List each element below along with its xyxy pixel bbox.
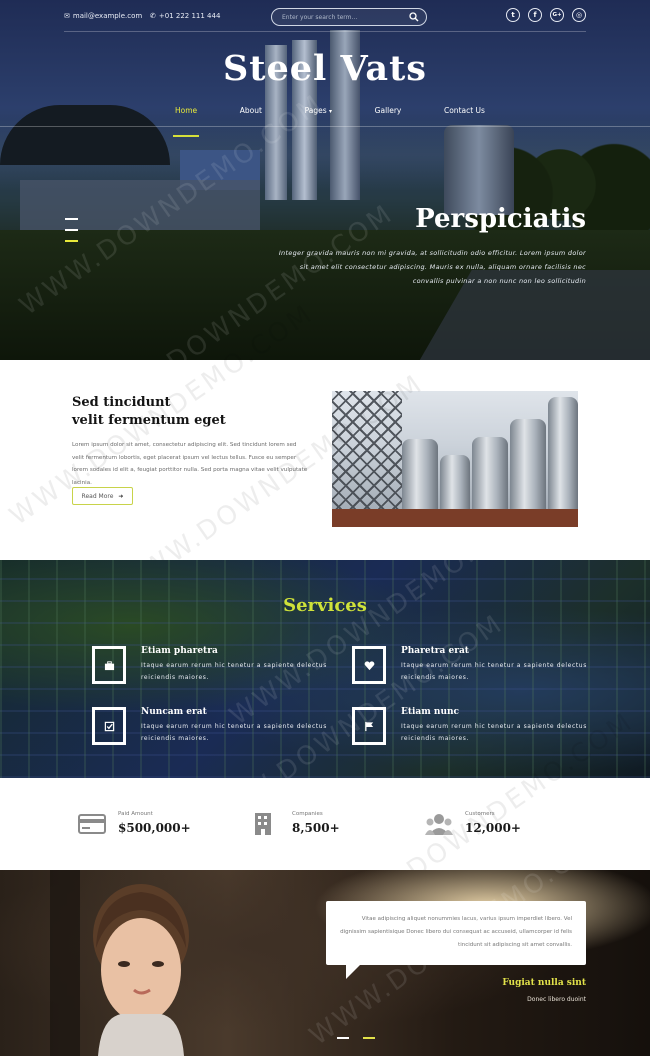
testimonial-section: Vitae adipiscing aliquet nonummies lacus… — [0, 870, 650, 1056]
slide-dot[interactable] — [65, 218, 78, 220]
service-icon-box — [352, 646, 386, 684]
mail-icon: ✉ — [64, 12, 70, 20]
main-nav: Home About Pages ▾ Gallery Contact Us — [172, 103, 485, 137]
nav-item-pages-label: Pages — [304, 106, 327, 115]
page: ✉mail@example.com ✆+01 222 111 444 t f G… — [0, 0, 650, 1056]
nav-item-contact[interactable]: Contact Us — [444, 103, 485, 127]
phone-contact[interactable]: ✆ +01 222 111 444 — [150, 12, 220, 20]
about-title: Sed tincidunt velit fermentum eget — [72, 394, 226, 430]
about-image-floor — [332, 509, 578, 527]
service-text: Itaque earum rerum hic tenetur a sapient… — [401, 662, 587, 681]
services-title: Services — [283, 595, 367, 616]
service-title: Etiam nunc — [401, 707, 460, 717]
about-title-line2: velit fermentum eget — [72, 413, 226, 428]
search-box — [271, 8, 427, 26]
about-section: Sed tincidunt velit fermentum eget Lorem… — [0, 298, 650, 602]
checklist-icon — [104, 721, 114, 731]
service-text: Itaque earum rerum hic tenetur a sapient… — [141, 723, 327, 742]
service-text: Itaque earum rerum hic tenetur a sapient… — [401, 723, 587, 742]
silo-shape — [548, 397, 578, 527]
stat-label: Paid Amount — [118, 811, 153, 817]
slide-dot[interactable] — [337, 1037, 349, 1039]
service-title: Nuncam erat — [141, 707, 207, 717]
testimonial-role: Donec libero duoint — [527, 996, 586, 1003]
google-plus-icon[interactable]: G+ — [550, 8, 564, 22]
service-item[interactable]: Pharetra erat Itaque earum rerum hic ten… — [352, 646, 602, 690]
read-more-label: Read More — [81, 492, 114, 500]
stats-section: Paid Amount $500,000+ Companies 8,500+ C… — [0, 706, 650, 940]
social-links: t f G+ ◎ — [506, 8, 586, 22]
testimonial-indicators — [337, 1037, 375, 1039]
service-title: Pharetra erat — [401, 646, 469, 656]
testimonial-photo — [93, 884, 189, 1056]
chevron-down-icon: ▾ — [329, 108, 333, 115]
nav-item-home[interactable]: Home — [172, 103, 200, 137]
briefcase-icon — [104, 660, 114, 670]
flag-icon — [364, 721, 373, 731]
read-more-button[interactable]: Read More ➜ — [72, 487, 133, 505]
nav-item-about[interactable]: About — [240, 103, 262, 127]
hero-text: Integer gravida mauris non mi gravida, a… — [278, 249, 586, 285]
about-text: Lorem ipsum dolor sit amet, consectetur … — [72, 442, 308, 486]
service-text: Itaque earum rerum hic tenetur a sapient… — [141, 662, 327, 681]
topbar-divider — [64, 31, 586, 32]
service-item[interactable]: Nuncam erat Itaque earum rerum hic tenet… — [92, 707, 342, 751]
nav-divider — [0, 126, 650, 127]
testimonial-quote: Vitae adipiscing aliquet nonummies lacus… — [340, 916, 572, 948]
arrow-right-icon: ➜ — [118, 492, 124, 500]
stat-label: Companies — [292, 811, 323, 817]
stat-value: $500,000+ — [118, 821, 191, 835]
building-icon — [255, 813, 271, 835]
search-icon[interactable] — [409, 12, 419, 22]
credit-card-icon — [78, 814, 106, 834]
hero-dome — [0, 105, 170, 165]
service-icon-box — [92, 646, 126, 684]
search-input[interactable] — [282, 12, 407, 23]
slide-dot[interactable] — [65, 229, 78, 231]
service-item[interactable]: Etiam pharetra Itaque earum rerum hic te… — [92, 646, 342, 690]
hero-wall — [20, 180, 260, 230]
twitter-icon[interactable]: t — [506, 8, 520, 22]
stat-label: Customers — [465, 811, 495, 817]
email-text: mail@example.com — [72, 12, 143, 20]
phone-icon: ✆ — [150, 12, 156, 20]
dribbble-icon[interactable]: ◎ — [572, 8, 586, 22]
phone-text: +01 222 111 444 — [158, 12, 221, 20]
steel-truss — [332, 391, 402, 527]
service-icon-box — [352, 707, 386, 745]
about-image — [332, 391, 578, 527]
slide-dot-active[interactable] — [363, 1037, 375, 1039]
testimonial-bubble: Vitae adipiscing aliquet nonummies lacus… — [326, 901, 586, 965]
slide-dot-active[interactable] — [65, 240, 78, 242]
facebook-icon[interactable]: f — [528, 8, 542, 22]
hero-section: ✉mail@example.com ✆+01 222 111 444 t f G… — [0, 0, 650, 360]
heart-icon — [364, 660, 374, 670]
email-contact[interactable]: ✉ mail@example.com — [64, 12, 142, 20]
service-icon-box — [92, 707, 126, 745]
service-item[interactable]: Etiam nunc Itaque earum rerum hic tenetu… — [352, 707, 602, 751]
users-icon — [425, 814, 453, 835]
stat-value: 12,000+ — [465, 821, 521, 835]
about-title-line1: Sed tincidunt — [72, 395, 171, 410]
hero-slide-indicators — [65, 218, 78, 251]
services-section: Services Etiam pharetra Itaque earum rer… — [0, 560, 650, 778]
nav-item-pages[interactable]: Pages ▾ — [305, 103, 332, 127]
service-title: Etiam pharetra — [141, 646, 218, 656]
site-logo[interactable]: Steel Vats — [0, 48, 650, 89]
nav-item-gallery[interactable]: Gallery — [375, 103, 402, 127]
hero-title: Perspiciatis — [415, 204, 586, 234]
stat-value: 8,500+ — [292, 821, 340, 835]
topbar: ✉mail@example.com ✆+01 222 111 444 t f G… — [64, 8, 586, 28]
hero-tank — [444, 125, 514, 215]
testimonial-name: Fugiat nulla sint — [502, 978, 586, 988]
